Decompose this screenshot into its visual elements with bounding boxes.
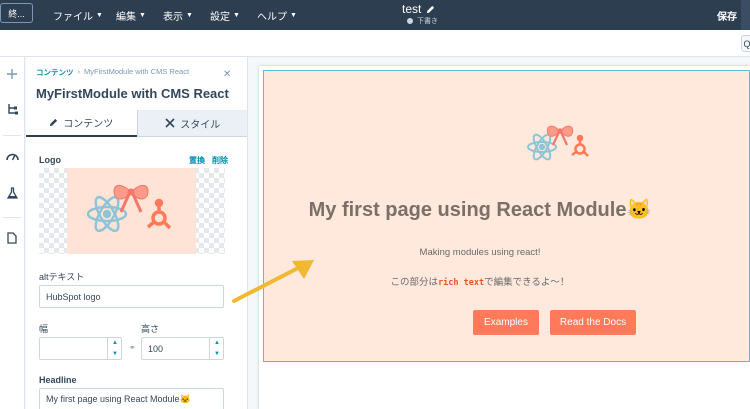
chevron-down-icon: ▼ [139, 12, 146, 19]
status-dot-icon [407, 18, 413, 24]
logo-label: Logo [39, 155, 61, 165]
tools-icon [165, 118, 175, 128]
top-nav-bar: 終... ファイル ▼ 編集 ▼ 表示 ▼ 設定 ▼ ヘルプ ▼ test 下書き 保存 [0, 0, 750, 30]
module-title: MyFirstModule with CMS React [36, 86, 229, 101]
toolbar-button[interactable]: Q [741, 35, 750, 52]
annotation-arrow-icon [232, 260, 314, 303]
breadcrumb-separator: › [77, 67, 81, 76]
chevron-down-icon[interactable]: ▼ [112, 351, 118, 357]
close-icon[interactable]: ✕ [223, 69, 231, 80]
add-icon[interactable] [4, 66, 20, 82]
read-the-docs-button[interactable]: Read the Docs [550, 310, 636, 335]
hubspot-sprocket-icon [146, 198, 172, 230]
page-preview: My first page using React Module🐱 Making… [259, 66, 750, 409]
panel-tabs: コンテンツ スタイル [26, 110, 247, 137]
module-editor-panel: コンテンツ › MyFirstModule with CMS React ✕ M… [26, 57, 248, 409]
menu-file-label: ファイル [53, 12, 93, 23]
breadcrumb-root-link[interactable]: コンテンツ [36, 67, 74, 78]
menu-view[interactable]: 表示 ▼ [163, 8, 193, 23]
menu-help-label: ヘルプ [257, 12, 287, 23]
rail-divider [3, 135, 21, 136]
save-button[interactable]: 保存 [717, 8, 737, 23]
headline-input[interactable]: My first page using React Module🐱 [39, 388, 224, 409]
menu-edit-label: 編集 [116, 12, 136, 23]
rich-text-suffix: で編集できるよ〜！ [484, 277, 570, 288]
logo-image [67, 168, 196, 254]
hero-logo-image [527, 125, 589, 161]
chevron-down-icon: ▼ [233, 12, 240, 19]
chevron-down-icon: ▼ [290, 12, 297, 19]
tab-contents[interactable]: コンテンツ [26, 110, 137, 137]
rich-text-prefix: この部分は [390, 277, 439, 288]
tab-contents-label: コンテンツ [63, 119, 114, 130]
breadcrumb: コンテンツ › MyFirstModule with CMS React [36, 67, 189, 78]
menu-edit[interactable]: 編集 ▼ [116, 8, 146, 23]
test-flask-icon[interactable] [4, 185, 20, 201]
exit-button[interactable]: 終... [0, 3, 33, 23]
chevron-up-icon[interactable]: ▲ [112, 340, 118, 346]
menu-file[interactable]: ファイル ▼ [53, 8, 103, 23]
document-title: test [402, 2, 435, 16]
width-stepper[interactable]: ▲ ▼ [107, 337, 122, 360]
pencil-icon [50, 118, 58, 127]
chevron-down-icon: ▼ [186, 12, 193, 19]
document-status: 下書き [407, 16, 438, 26]
menu-settings[interactable]: 設定 ▼ [210, 8, 240, 23]
tab-style[interactable]: スタイル [136, 110, 247, 137]
menu-settings-label: 設定 [210, 12, 230, 23]
alt-text-input[interactable]: HubSpot logo [39, 285, 224, 308]
hubspot-sprocket-icon [571, 134, 589, 157]
editor-toolbar: Q [0, 30, 750, 57]
react-atom-icon [86, 195, 128, 233]
layout-tree-icon[interactable] [4, 101, 20, 117]
logo-delete-link[interactable]: 削除 [212, 155, 228, 166]
preview-canvas: My first page using React Module🐱 Making… [249, 57, 750, 409]
height-stepper[interactable]: ▲ ▼ [209, 337, 224, 360]
chevron-down-icon[interactable]: ▼ [214, 351, 220, 357]
breadcrumb-current: MyFirstModule with CMS React [84, 67, 190, 76]
menu-view-label: 表示 [163, 12, 183, 23]
logo-preview[interactable] [39, 168, 225, 254]
width-label: 幅 [39, 324, 49, 334]
menu-help[interactable]: ヘルプ ▼ [257, 8, 297, 23]
chevron-up-icon[interactable]: ▲ [214, 340, 220, 346]
react-module-preview[interactable]: My first page using React Module🐱 Making… [263, 70, 750, 362]
pencil-icon[interactable] [426, 5, 435, 14]
rail-divider [3, 217, 21, 218]
optimize-gauge-icon[interactable] [4, 148, 20, 164]
alt-text-label: altテキスト [39, 272, 85, 282]
tab-style-label: スタイル [180, 119, 221, 131]
left-rail [0, 57, 25, 409]
chevron-down-icon: ▼ [96, 12, 103, 19]
examples-button[interactable]: Examples [473, 310, 539, 335]
document-status-text: 下書き [417, 18, 438, 25]
rich-text-code: rich text [438, 278, 485, 288]
react-atom-icon [527, 133, 557, 161]
document-title-text: test [402, 2, 422, 16]
logo-replace-link[interactable]: 置換 [189, 155, 205, 166]
link-proportions-icon[interactable]: ⚭ [129, 343, 136, 352]
headline-label: Headline [39, 375, 77, 385]
logo-actions: 置換 削除 [189, 155, 228, 166]
page-document-icon[interactable] [4, 230, 20, 246]
height-label: 高さ [141, 324, 160, 334]
preview-headline: My first page using React Module🐱 [308, 199, 652, 221]
topbar-publish-edge[interactable] [741, 0, 750, 30]
